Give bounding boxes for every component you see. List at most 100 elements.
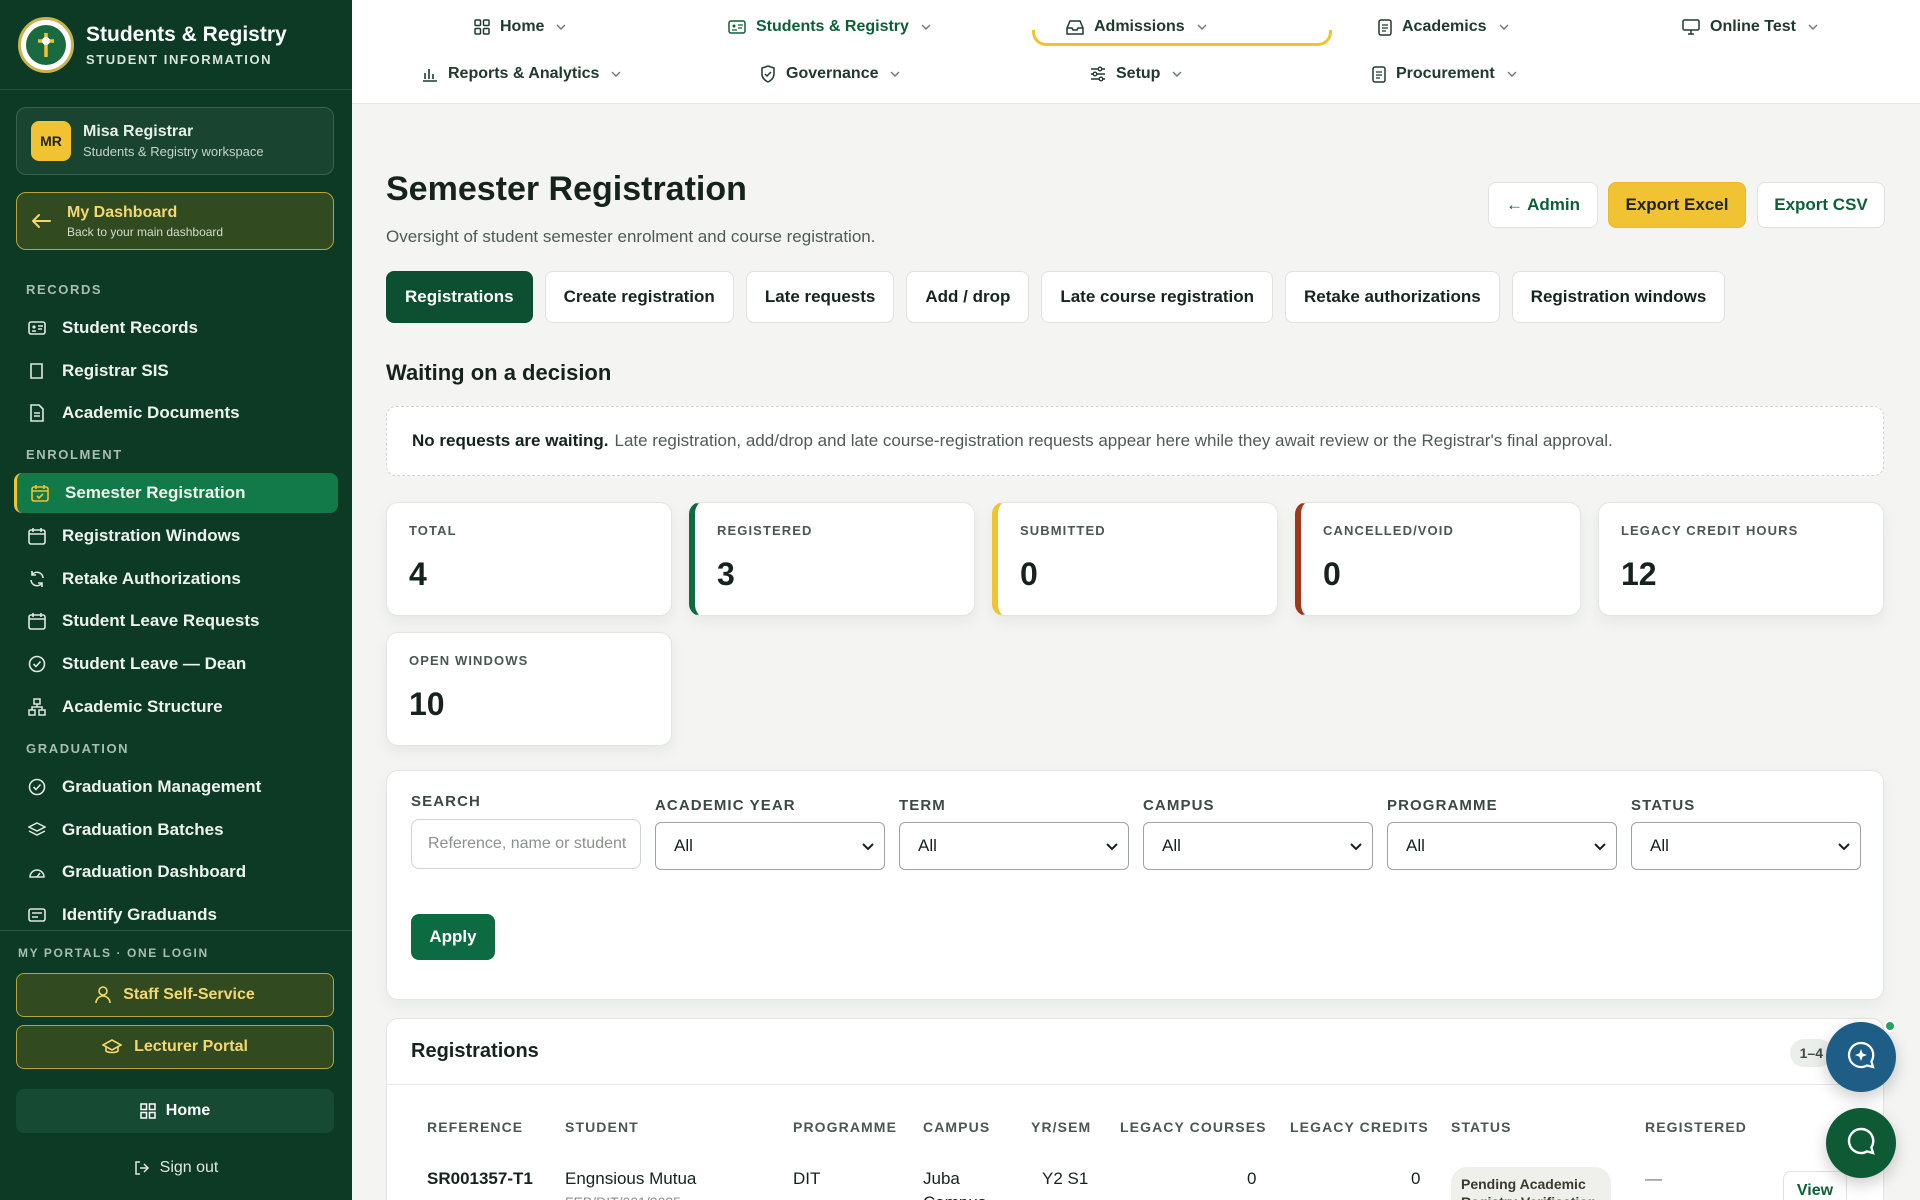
stat-value: 0 [1020,556,1038,592]
nav-governance[interactable]: Governance [760,56,900,92]
column-header[interactable]: LEGACY CREDITS [1290,1119,1429,1135]
academic-year-select[interactable]: All [655,822,885,870]
check-circle-icon [28,778,46,796]
sidebar-item-graduation-batches[interactable]: Graduation Batches [14,810,338,850]
programme-select[interactable]: All [1387,822,1617,870]
academic-year-value: All [674,836,693,855]
academic-year-label: ACADEMIC YEAR [655,797,796,814]
chevron-down-icon [1197,24,1207,30]
sidebar-item-retake-authorizations[interactable]: Retake Authorizations [14,559,338,599]
nav-admissions[interactable]: Admissions [1066,9,1207,45]
tab-retake-authorizations[interactable]: Retake authorizations [1285,271,1500,323]
waiting-empty-state: No requests are waiting. Late registrati… [386,406,1884,476]
sidebar-item-semester-registration[interactable]: Semester Registration [14,473,338,514]
sidebar-item-graduation-dashboard[interactable]: Graduation Dashboard [14,852,338,892]
nav-online-test[interactable]: Online Test [1682,9,1818,45]
sidebar-item-student-leave-requests[interactable]: Student Leave Requests [14,601,338,641]
cell-campus: Juba Campus [923,1169,986,1200]
sidebar-item-identify-graduands[interactable]: Identify Graduands [14,895,338,930]
sidebar-item-label: Student Leave Requests [62,611,260,631]
tab-late-requests[interactable]: Late requests [745,271,895,323]
ai-assistant-button[interactable] [1826,1022,1896,1092]
tab-registration-windows[interactable]: Registration windows [1511,271,1726,323]
export-csv-button[interactable]: Export CSV [1757,182,1885,228]
tab-create-registration[interactable]: Create registration [544,271,734,323]
institution-logo[interactable] [18,16,74,73]
column-header[interactable]: STATUS [1451,1119,1512,1135]
campus-select[interactable]: All [1143,822,1373,870]
stat-label: TOTAL [409,523,457,538]
term-select[interactable]: All [899,822,1129,870]
nav-setup[interactable]: Setup [1090,56,1182,92]
sidebar-item-student-leave-dean[interactable]: Student Leave — Dean [14,644,338,684]
top-navigation: Home Students & Registry Admissions Acad… [352,0,1920,104]
my-dashboard-link[interactable]: My Dashboard Back to your main dashboard [16,192,334,250]
stat-label: REGISTERED [717,523,813,538]
staff-self-service-button[interactable]: Staff Self-Service [16,973,334,1017]
column-header[interactable]: REFERENCE [427,1119,523,1135]
nav-students-registry[interactable]: Students & Registry [728,9,931,45]
column-header[interactable]: LEGACY COURSES [1120,1119,1267,1135]
sidebar-nav[interactable]: RECORDS Student Records Registrar SIS Ac… [0,268,352,930]
sidebar-item-academic-documents[interactable]: Academic Documents [14,393,338,433]
stat-label: CANCELLED/VOID [1323,523,1454,538]
nav-procurement[interactable]: Procurement [1372,56,1517,92]
sidebar-item-registrar-sis[interactable]: Registrar SIS [14,351,338,391]
chevron-down-icon [1808,24,1818,30]
tab-registrations[interactable]: Registrations [386,271,533,323]
layers-icon [28,821,46,839]
home-button[interactable]: Home [16,1089,334,1133]
page-subtitle: Oversight of student semester enrolment … [386,227,876,246]
view-row-button[interactable]: View [1783,1171,1847,1200]
shield-icon [760,65,776,83]
cell-reference[interactable]: SR001357-T1 [427,1169,533,1189]
chevron-down-icon [556,24,566,30]
gauge-icon [28,863,46,881]
tab-late-course-registration[interactable]: Late course registration [1041,271,1274,323]
sidebar-item-student-records[interactable]: Student Records [14,308,338,348]
cell-student: Engnsious Mutua [565,1169,697,1188]
sign-out-link[interactable]: Sign out [0,1153,352,1183]
sidebar-item-academic-structure[interactable]: Academic Structure [14,687,338,727]
admin-back-button[interactable]: ← Admin [1488,182,1598,228]
dashboard-subtitle: Back to your main dashboard [67,224,224,239]
chevron-down-icon [1507,71,1517,77]
hierarchy-icon [28,698,46,716]
nav-section-graduation: GRADUATION [26,740,130,756]
user-card[interactable]: MR Misa Registrar Students & Registry wo… [16,107,334,175]
nav-home[interactable]: Home [474,9,566,45]
bar-chart-icon [422,66,438,82]
nav-academics-label: Academics [1402,18,1487,35]
brand-header: Students & Registry STUDENT INFORMATION [0,0,352,90]
cell-programme: DIT [793,1169,821,1188]
column-header[interactable]: REGISTERED [1645,1119,1747,1135]
column-header[interactable]: STUDENT [565,1119,639,1135]
column-header[interactable]: PROGRAMME [793,1119,897,1135]
sidebar-item-label: Registration Windows [62,526,241,546]
sidebar-item-label: Graduation Batches [62,819,224,839]
clipboard-icon [1372,65,1386,83]
column-header[interactable]: YR/SEM [1031,1119,1091,1135]
sidebar-item-label: Academic Structure [62,696,223,716]
chat-button[interactable] [1826,1108,1896,1178]
sidebar-item-registration-windows[interactable]: Registration Windows [14,516,338,556]
status-label: STATUS [1631,797,1696,814]
nav-reports-analytics[interactable]: Reports & Analytics [422,56,621,92]
status-select[interactable]: All [1631,822,1861,870]
column-header[interactable]: CAMPUS [923,1119,990,1135]
id-card-icon [728,20,746,34]
search-label: SEARCH [411,793,481,810]
nav-academics[interactable]: Academics [1378,9,1509,45]
export-excel-button[interactable]: Export Excel [1608,182,1746,228]
sidebar-item-graduation-management[interactable]: Graduation Management [14,767,338,807]
stat-total: TOTAL 4 [386,502,672,616]
logout-icon [134,1160,150,1176]
term-value: All [918,836,937,855]
apply-filters-button[interactable]: Apply [411,914,495,960]
search-input[interactable]: Reference, name or student [411,819,641,869]
cell-legacy-courses: 0 [1247,1169,1257,1188]
tab-add-drop[interactable]: Add / drop [906,271,1030,323]
nav-setup-label: Setup [1116,65,1161,82]
stat-value: 0 [1323,556,1341,592]
lecturer-portal-button[interactable]: Lecturer Portal [16,1025,334,1069]
